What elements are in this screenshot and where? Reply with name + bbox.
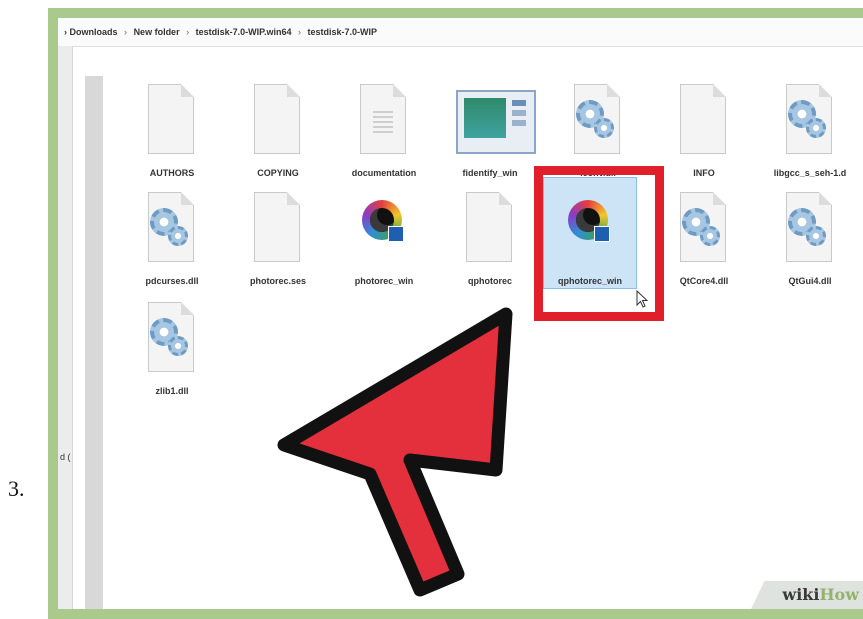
pointing-arrow-icon (277, 307, 513, 597)
file-explorer-window: › Downloads › New folder › testdisk-7.0-… (58, 18, 863, 609)
watermark-how-text: How (819, 585, 859, 604)
step-number: 3. (8, 476, 25, 501)
wikihow-watermark: wikiHow (751, 581, 863, 609)
screenshot-frame: › Downloads › New folder › testdisk-7.0-… (48, 8, 863, 619)
watermark-wiki-text: wiki (782, 585, 820, 604)
